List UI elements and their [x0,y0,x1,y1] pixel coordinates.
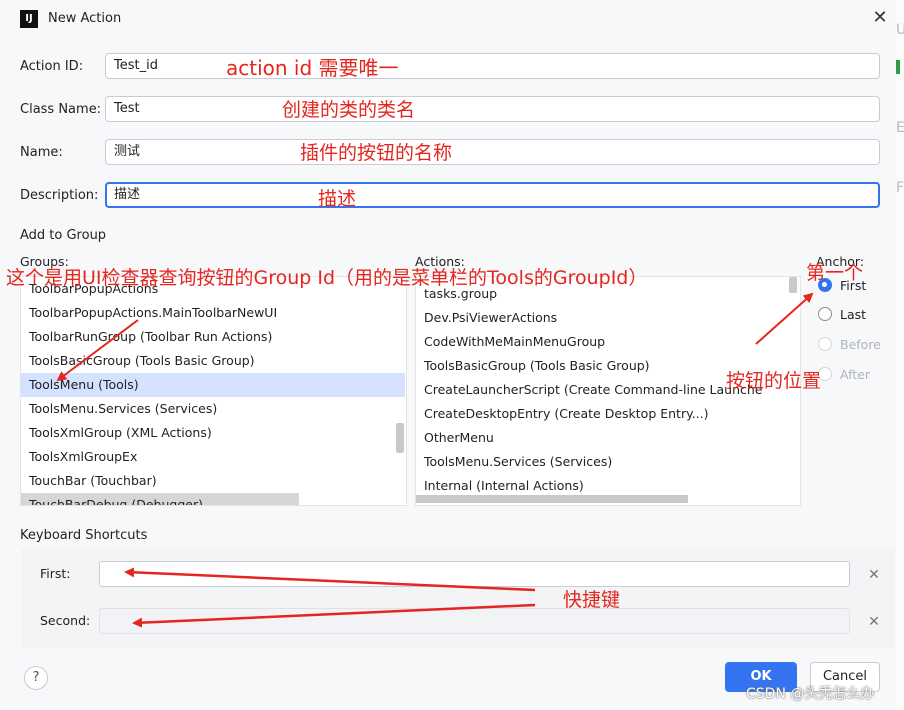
csdn-watermark: CSDN @头秃怎么办 [746,686,875,702]
arrow-to-first-shortcut [124,567,536,592]
annotation-arrows [56,292,814,628]
arrow-to-second-shortcut [132,603,536,628]
arrow-to-toolsmenu [56,319,139,382]
arrow-to-first-anchor [755,292,814,345]
